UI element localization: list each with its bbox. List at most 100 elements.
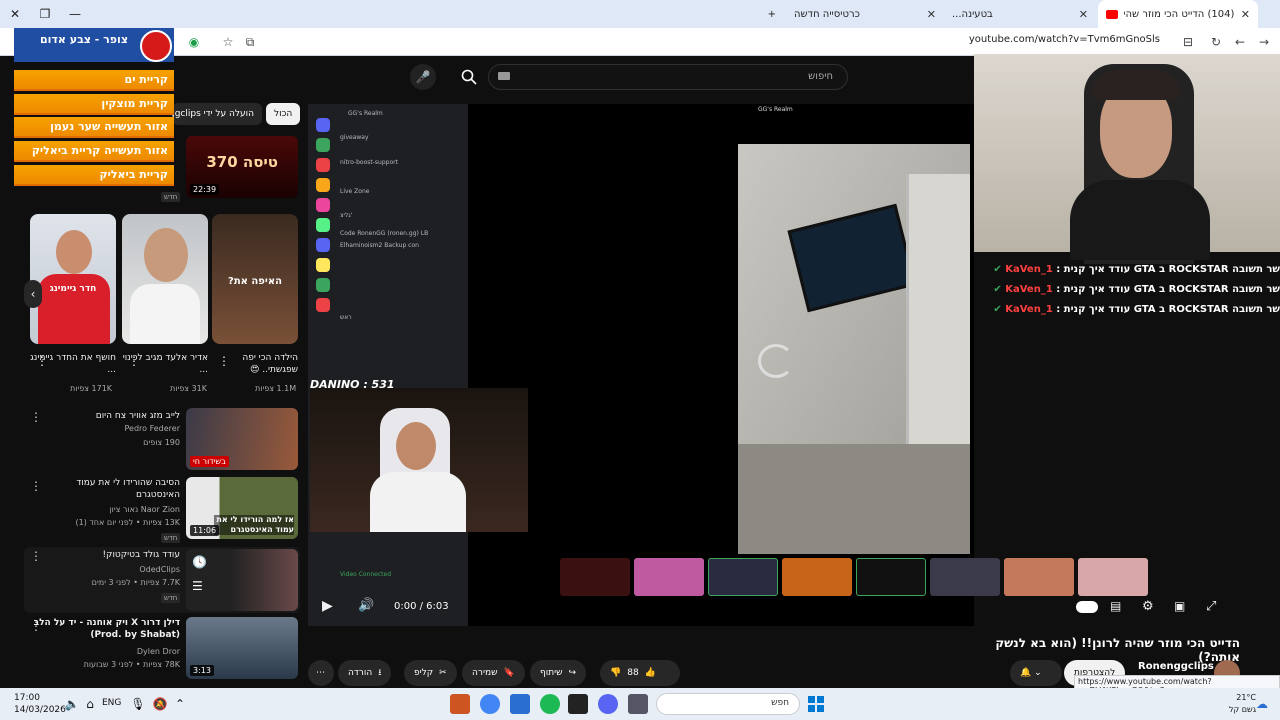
video-menu-icon[interactable]: ⋮ xyxy=(30,410,42,424)
tab-youtube-video[interactable]: ✕ (104) הדייט הכי מוזר שהיה לרונ... xyxy=(1098,0,1258,28)
chat-line: שר תשובה ROCKSTAR ב GTA עודד איך קנית : … xyxy=(993,304,1280,315)
autoplay-toggle[interactable] xyxy=(1076,601,1098,613)
chrome-icon[interactable] xyxy=(480,694,500,714)
streamer-webcam xyxy=(974,54,1280,264)
close-tab-icon[interactable]: ✕ xyxy=(927,8,936,21)
search-input[interactable]: חיפוש xyxy=(488,64,848,90)
add-to-queue-icon[interactable]: ☰ xyxy=(192,579,203,593)
video-title[interactable]: הסיבה שהורידו לי את עמוד האינסטגרם xyxy=(30,477,180,501)
bookmark-star-icon[interactable]: ☆ xyxy=(218,32,238,52)
new-badge: חדש xyxy=(161,192,181,202)
thumbnail-text: אז למה הורידו לי את עמוד האינסטגרם xyxy=(214,515,294,535)
app-icon[interactable] xyxy=(450,694,470,714)
chip-all[interactable]: הכול xyxy=(266,103,301,125)
chip-uploaded-by[interactable]: הועלה על ידי Ronenggclips xyxy=(172,103,262,125)
like-icon[interactable]: 👍 xyxy=(645,668,656,678)
network-icon[interactable]: ⌂ xyxy=(80,694,100,714)
miniplayer-icon[interactable]: ▣ xyxy=(1174,599,1185,613)
channel-name[interactable]: OdedClips xyxy=(30,565,180,574)
spotify-icon[interactable] xyxy=(540,694,560,714)
short-menu-icon[interactable]: ⋮ xyxy=(218,354,230,368)
subtitles-icon[interactable]: ▤ xyxy=(1110,599,1121,613)
tab-loading[interactable]: ✕ בטעינה... xyxy=(944,0,1096,28)
list-item[interactable]: 🕓 ☰ עודד גולד בטיקטוק! OdedClips 7.7K צפ… xyxy=(24,547,300,613)
alert-location: קריית ביאליק xyxy=(14,165,174,186)
watch-later-icon[interactable]: 🕓 xyxy=(192,555,207,569)
short-thumbnail[interactable]: האיפה את? xyxy=(212,214,298,344)
list-item[interactable]: בשידור חי לייב מזג אוויר צח היום Pedro F… xyxy=(24,408,300,474)
close-tab-icon[interactable]: ✕ xyxy=(1079,8,1088,21)
windows-start-icon[interactable] xyxy=(806,694,826,714)
tab-title: בטעינה... xyxy=(952,8,993,20)
list-item[interactable]: אז למה הורידו לי את עמוד האינסטגרם 11:06… xyxy=(24,477,300,543)
close-window-icon[interactable]: ✕ xyxy=(0,0,30,28)
minimize-window-icon[interactable]: — xyxy=(60,0,90,28)
tab-new-tab[interactable]: ✕ כרטיסייה חדשה xyxy=(786,0,944,28)
short-menu-icon[interactable]: ⋮ xyxy=(128,354,140,368)
input-language[interactable]: ENG xyxy=(102,698,121,708)
video-thumbnail[interactable]: 🕓 ☰ xyxy=(186,549,298,611)
microphone-icon[interactable]: 🎙 xyxy=(128,694,148,714)
voice-search-icon[interactable]: 🎤 xyxy=(410,64,436,90)
share-button[interactable]: שיתוף ↪ xyxy=(530,660,587,686)
forward-icon[interactable]: ← xyxy=(1230,32,1250,52)
video-title[interactable]: עודד גולד בטיקטוק! xyxy=(30,549,180,561)
mute-notifications-icon[interactable]: 🔕 xyxy=(150,694,170,714)
video-thumbnail[interactable]: 3:13 xyxy=(186,617,298,679)
download-button[interactable]: הורדה ⭳ xyxy=(338,660,392,686)
chat-badge-icon: ✔ xyxy=(993,304,1002,315)
video-menu-icon[interactable]: ⋮ xyxy=(30,549,42,563)
short-thumbnail[interactable]: חדר גיימינג xyxy=(30,214,116,344)
channel-name[interactable]: Dylen Dror xyxy=(30,647,180,656)
short-thumbnail[interactable] xyxy=(122,214,208,344)
volume-icon[interactable]: 🔊 xyxy=(358,598,374,613)
search-icon[interactable] xyxy=(454,64,484,90)
app-icon[interactable] xyxy=(568,694,588,714)
weather-widget[interactable]: 21°C גשם קל xyxy=(1200,692,1256,716)
share-page-icon[interactable]: ⧉ xyxy=(240,32,260,52)
clip-button[interactable]: קליפ ✂ xyxy=(404,660,457,686)
duration-badge: 11:06 xyxy=(190,525,220,536)
video-title[interactable]: לייב מזג אוויר צח היום xyxy=(30,410,180,422)
app-icon[interactable] xyxy=(510,694,530,714)
more-actions-icon[interactable]: ⋯ xyxy=(308,660,334,686)
video-menu-icon[interactable]: ⋮ xyxy=(30,619,42,633)
video-menu-icon[interactable]: ⋮ xyxy=(30,479,42,493)
like-dislike-buttons[interactable]: 👎 88 👍 xyxy=(600,660,680,686)
channel-name[interactable]: Pedro Federer xyxy=(30,424,181,433)
list-item[interactable]: 3:13 דילן דרור X ויק אוחנה - יד על הלב (… xyxy=(24,617,300,685)
maximize-window-icon[interactable]: ❐ xyxy=(30,0,60,28)
discord-window-title: GG's Realm xyxy=(758,106,793,113)
fullscreen-icon[interactable]: ⤢ xyxy=(1206,599,1216,614)
close-tab-icon[interactable]: ✕ xyxy=(1241,8,1250,21)
video-title[interactable]: דילן דרור X ויק אוחנה - יד על הלב (Prod.… xyxy=(30,617,180,641)
taskbar-search-input[interactable]: חפש xyxy=(656,693,800,715)
short-menu-icon[interactable]: ⋮ xyxy=(36,354,48,368)
url-field[interactable]: youtube.com/watch?v=Tvm6mGnoSls xyxy=(969,34,1160,45)
speaker-icon[interactable]: 🔈 xyxy=(62,694,82,714)
taskbar-clock[interactable]: 17:00 14/03/2026 xyxy=(14,692,66,716)
install-app-icon[interactable]: ⊟ xyxy=(1178,32,1198,52)
back-icon[interactable]: → xyxy=(1254,32,1274,52)
settings-gear-icon[interactable]: ⚙ xyxy=(1142,599,1154,614)
channel-name[interactable]: Naor Zion נאור ציון xyxy=(30,505,180,514)
like-count: 88 xyxy=(627,668,639,678)
discord-video-connected: Video Connected xyxy=(340,571,392,578)
save-button[interactable]: שמירה 🔖 xyxy=(462,660,525,686)
app-icon[interactable] xyxy=(628,694,648,714)
channel-name[interactable]: Ronenggclips xyxy=(1138,661,1214,672)
discord-icon[interactable] xyxy=(598,694,618,714)
new-tab-button[interactable]: + xyxy=(754,0,784,28)
dislike-icon[interactable]: 👎 xyxy=(610,668,621,678)
video-thumbnail[interactable]: אז למה הורידו לי את עמוד האינסטגרם 11:06 xyxy=(186,477,298,539)
reload-icon[interactable]: ↻ xyxy=(1206,32,1226,52)
extension-icon[interactable]: ◉ xyxy=(184,32,204,52)
video-thumbnail[interactable]: טיסה 370 22:39 xyxy=(186,136,298,198)
keyboard-icon[interactable] xyxy=(498,72,510,80)
alert-location: קריית ים xyxy=(14,70,174,91)
notifications-bell-icon[interactable]: 🔔 ⌄ xyxy=(1010,660,1062,686)
play-button[interactable]: ▶ xyxy=(322,598,333,614)
tray-chevron-icon[interactable]: ⌃ xyxy=(170,694,190,714)
video-thumbnail[interactable]: בשידור חי xyxy=(186,408,298,470)
shorts-prev-chevron-icon[interactable]: ‹ xyxy=(24,280,42,308)
